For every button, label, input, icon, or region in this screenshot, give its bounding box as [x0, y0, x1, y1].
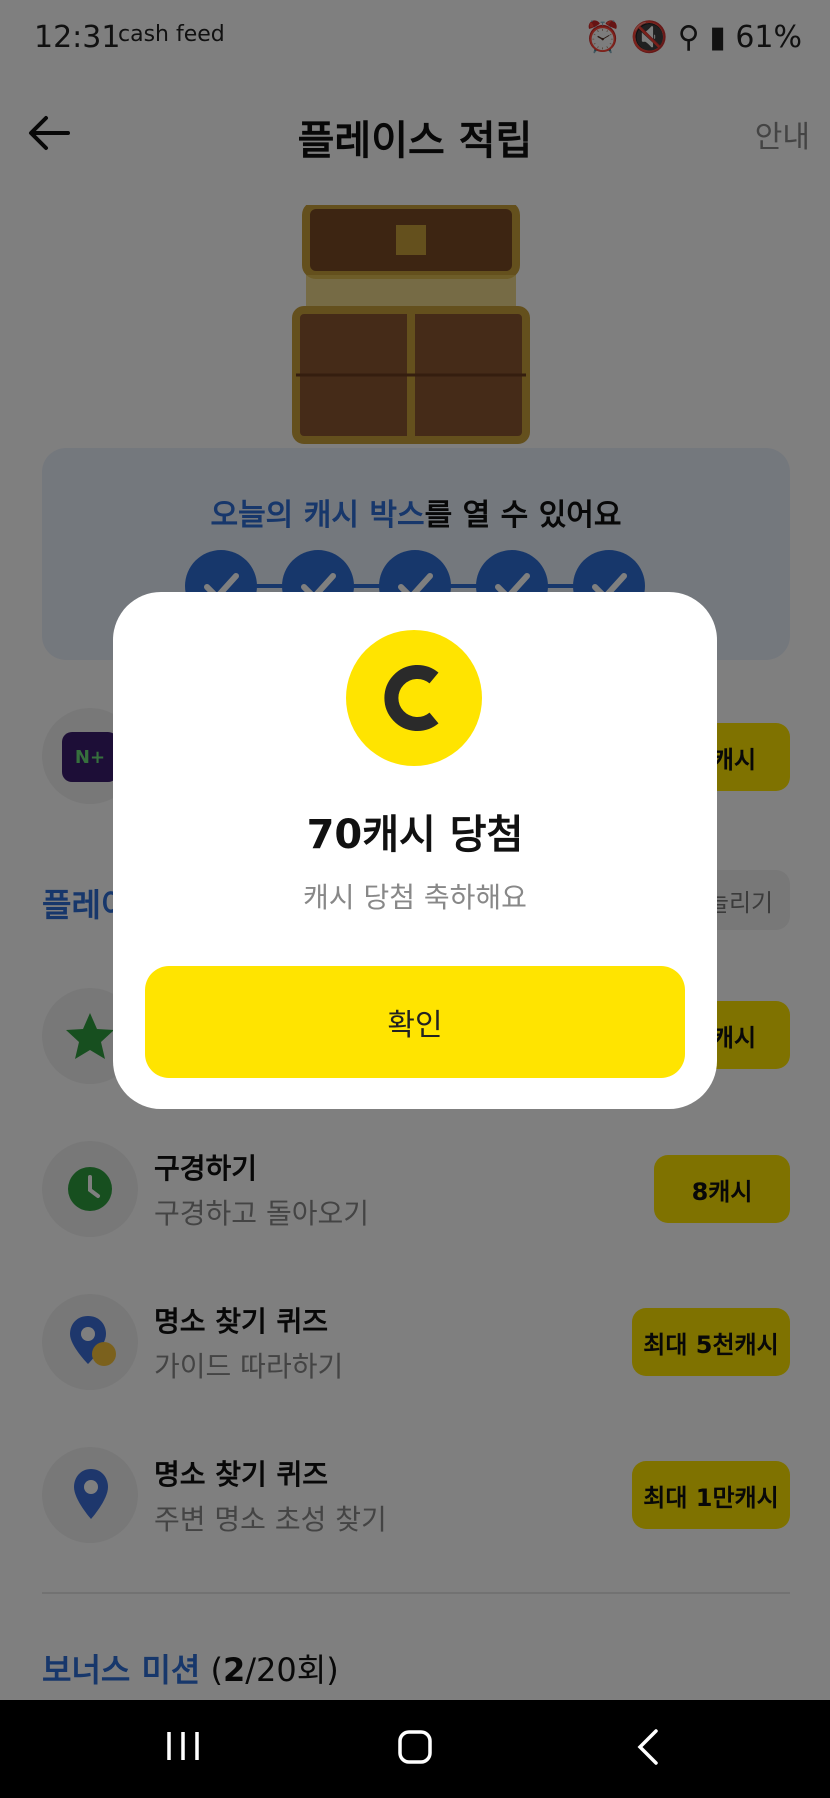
confirm-button[interactable]: 확인 [145, 966, 685, 1078]
reward-dialog: 70캐시 당첨 캐시 당첨 축하해요 확인 [113, 592, 717, 1109]
dialog-title: 70캐시 당첨 [306, 812, 524, 858]
home-icon[interactable] [398, 1730, 432, 1764]
dialog-subtitle: 캐시 당첨 축하해요 [303, 881, 527, 914]
system-nav-bar [0, 1700, 830, 1798]
cash-coin-icon [346, 630, 482, 766]
recent-apps-icon[interactable] [165, 1730, 201, 1762]
back-nav-icon[interactable] [636, 1728, 660, 1766]
